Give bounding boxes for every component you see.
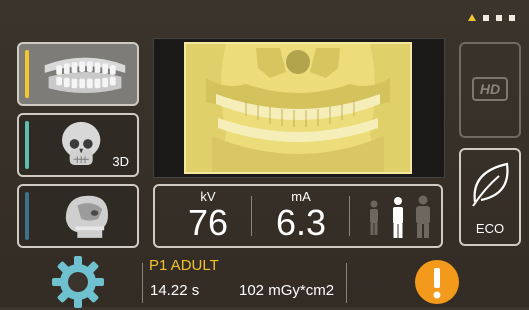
page-indicator bbox=[468, 14, 515, 21]
eco-button[interactable]: ECO bbox=[459, 148, 521, 246]
kv-parameter[interactable]: kV 76 bbox=[165, 186, 251, 246]
mode-accent-bar bbox=[25, 192, 29, 240]
gear-icon[interactable] bbox=[50, 254, 106, 310]
device-screen: 3D kV 76 mA 6.3 HD ECO P1 ADULT 14.22 s … bbox=[0, 0, 529, 310]
ceph-head-icon bbox=[65, 195, 108, 238]
patient-size-medium-icon bbox=[393, 197, 403, 238]
page-indicator-dot[interactable] bbox=[509, 14, 515, 21]
panoramic-xray-image bbox=[186, 44, 410, 172]
xray-preview-panel bbox=[153, 38, 445, 178]
eco-label: ECO bbox=[475, 221, 505, 236]
mode-3d-label: 3D bbox=[112, 154, 129, 169]
divider bbox=[349, 196, 350, 236]
mode-accent-bar bbox=[25, 121, 29, 169]
mode-accent-bar bbox=[25, 50, 29, 98]
ma-parameter[interactable]: mA 6.3 bbox=[255, 186, 347, 246]
mode-button-3d[interactable]: 3D bbox=[17, 113, 139, 177]
page-indicator-active bbox=[468, 14, 476, 21]
exposure-time: 14.22 s bbox=[150, 282, 200, 299]
divider bbox=[346, 263, 347, 303]
patient-size-small-icon bbox=[370, 200, 378, 235]
hd-label: HD bbox=[472, 77, 508, 101]
divider bbox=[142, 263, 143, 303]
warning-icon[interactable] bbox=[413, 258, 461, 307]
ma-value: 6.3 bbox=[275, 202, 327, 243]
mode-button-panoramic[interactable] bbox=[17, 42, 139, 106]
patient-size-selector[interactable] bbox=[360, 192, 436, 240]
leaf-icon bbox=[472, 162, 509, 207]
page-indicator-dot[interactable] bbox=[483, 14, 489, 21]
exposure-parameters-panel: kV 76 mA 6.3 bbox=[153, 184, 443, 248]
patient-profile[interactable]: P1 ADULT bbox=[149, 257, 219, 274]
dose-value: 102 mGy*cm2 bbox=[239, 282, 335, 299]
panoramic-teeth-icon bbox=[44, 57, 126, 94]
top-bar bbox=[0, 0, 529, 30]
page-indicator-dot[interactable] bbox=[496, 14, 502, 21]
patient-size-large-icon bbox=[416, 195, 430, 238]
panoramic-xray-preview bbox=[184, 42, 412, 174]
mode-button-cephalometric[interactable] bbox=[17, 184, 139, 248]
kv-value: 76 bbox=[187, 202, 229, 243]
divider bbox=[251, 196, 252, 236]
hd-button[interactable]: HD bbox=[459, 42, 521, 138]
